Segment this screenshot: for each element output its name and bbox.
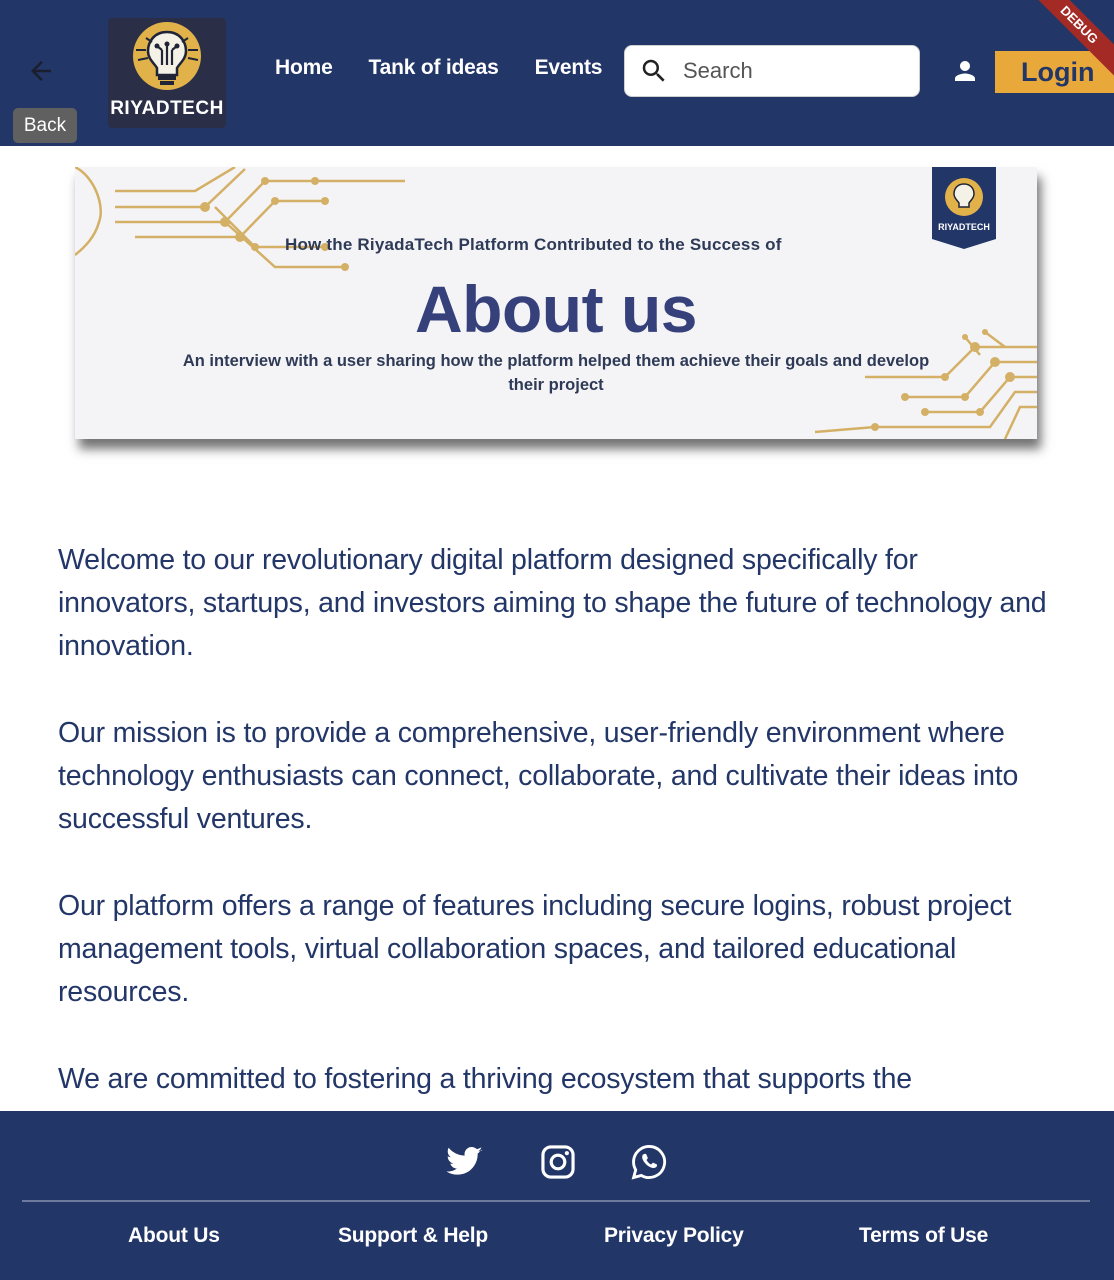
about-banner-image: RIYADTECH How the RiyadaTech Platform Co… (75, 167, 1037, 439)
social-links (0, 1143, 1114, 1183)
footer-divider (22, 1200, 1090, 1202)
badge-text: RIYADTECH (938, 222, 990, 232)
search-icon (642, 59, 665, 82)
footer-link-privacy-policy[interactable]: Privacy Policy (604, 1224, 744, 1248)
banner-description: An interview with a user sharing how the… (182, 352, 930, 394)
paragraph-features: Our platform offers a range of features … (58, 890, 1012, 1008)
back-button[interactable] (20, 50, 62, 92)
banner-subtitle: How the RiyadaTech Platform Contributed … (285, 235, 782, 254)
footer-link-terms-of-use[interactable]: Terms of Use (859, 1224, 988, 1248)
brand-name: RIYADTECH (110, 98, 224, 119)
nav-events[interactable]: Events (535, 56, 603, 80)
twitter-icon[interactable] (446, 1143, 484, 1181)
footer-link-about-us[interactable]: About Us (128, 1224, 220, 1248)
main-nav: Home Tank of ideas Events (275, 56, 638, 80)
nav-home[interactable]: Home (275, 56, 333, 80)
footer: About Us Support & Help Privacy Policy T… (0, 1111, 1114, 1280)
search-input[interactable] (683, 58, 893, 84)
instagram-icon[interactable] (539, 1143, 577, 1181)
paragraph-commitment: We are committed to fostering a thriving… (58, 1063, 912, 1095)
back-tooltip: Back (13, 108, 77, 143)
paragraph-mission: Our mission is to provide a comprehensiv… (58, 717, 1019, 835)
about-content: Welcome to our revolutionary digital pla… (58, 539, 1058, 1145)
top-app-bar: Back RIYADTECH Home Tank of ideas Events (0, 0, 1114, 146)
whatsapp-icon[interactable] (630, 1143, 668, 1181)
search-box[interactable] (624, 45, 920, 97)
banner-title: About us (415, 272, 697, 346)
circuit-decoration-left (75, 167, 405, 271)
arrow-left-icon (31, 61, 51, 81)
nav-tank-of-ideas[interactable]: Tank of ideas (369, 56, 499, 80)
person-icon[interactable] (950, 56, 980, 86)
lightbulb-logo-icon (126, 20, 208, 92)
brand-logo[interactable]: RIYADTECH (108, 18, 226, 128)
paragraph-welcome: Welcome to our revolutionary digital pla… (58, 544, 1047, 662)
footer-link-support-help[interactable]: Support & Help (338, 1224, 488, 1248)
